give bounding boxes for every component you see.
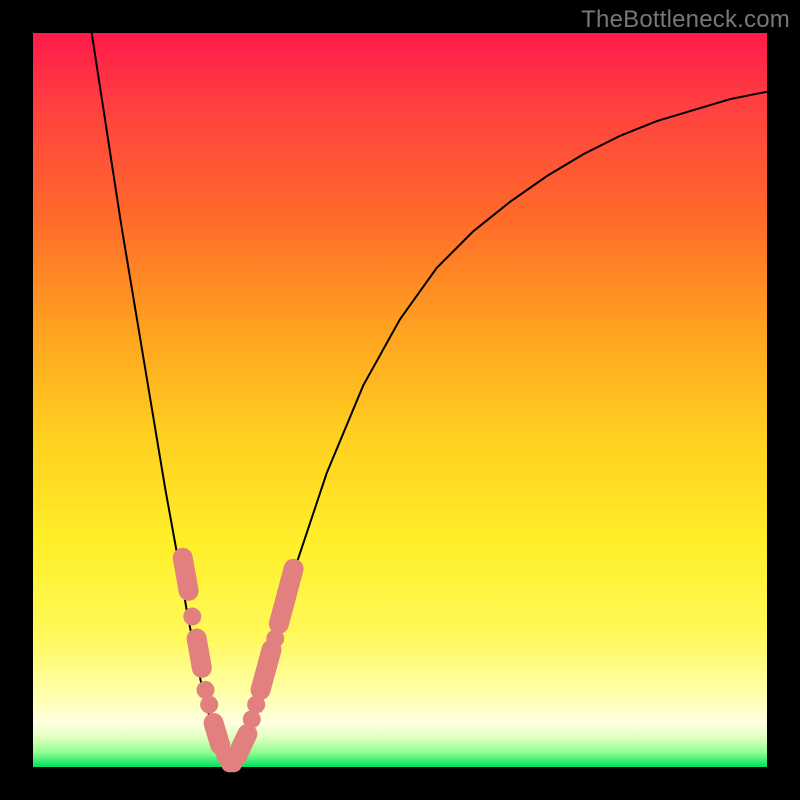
pill-right-2 [279,569,294,624]
data-dot-2 [200,696,218,714]
data-dot-0 [183,608,201,626]
pill-right-1 [261,650,272,690]
pill-left-0 [183,558,189,591]
curve-right-branch [231,92,767,767]
watermark-text: TheBottleneck.com [581,6,790,34]
data-dot-7 [247,696,265,714]
pill-left-1 [197,639,202,668]
marker-group [183,558,294,773]
pill-left-2 [214,723,221,745]
pill-right-0 [237,734,247,756]
data-dot-8 [266,630,284,648]
chart-svg [33,33,767,767]
curve-left-branch [92,33,231,767]
data-dot-5 [224,754,242,772]
